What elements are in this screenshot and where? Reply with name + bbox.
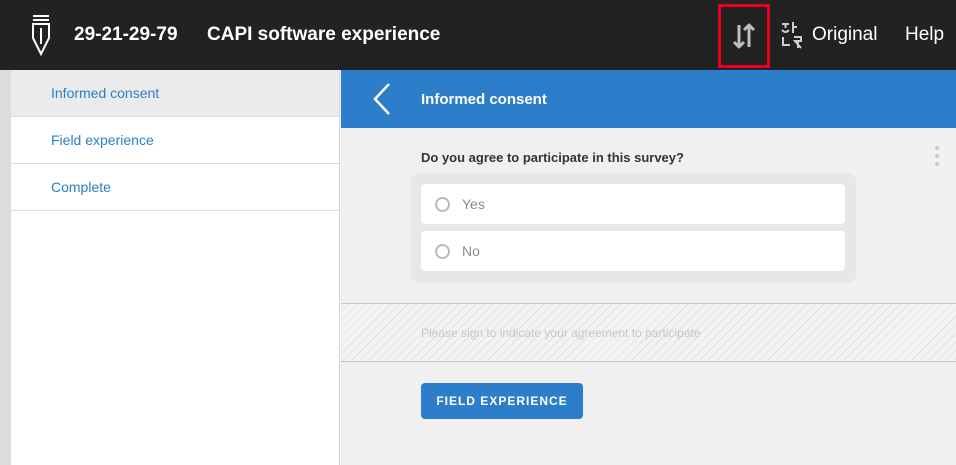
option-label: No [462, 243, 480, 259]
signature-pad[interactable]: Please sign to indicate your agreement t… [341, 303, 956, 362]
option-no[interactable]: No [421, 231, 845, 271]
signature-hint: Please sign to indicate your agreement t… [421, 326, 701, 340]
sort-arrows-icon [732, 23, 756, 49]
translate-icon[interactable] [779, 20, 805, 50]
main-content: Informed consent Do you agree to partici… [341, 70, 956, 465]
section-title: Informed consent [421, 91, 547, 108]
interview-id: 29-21-29-79 [74, 24, 178, 45]
sidebar-rail [0, 70, 11, 465]
sort-toggle-button[interactable] [718, 4, 770, 68]
pen-nib-logo-icon [32, 15, 50, 56]
more-options-icon[interactable] [933, 146, 941, 170]
help-link[interactable]: Help [905, 24, 944, 46]
radio-icon[interactable] [435, 196, 450, 212]
next-section-button[interactable]: FIELD EXPERIENCE [421, 383, 583, 419]
question-text: Do you agree to participate in this surv… [421, 150, 684, 165]
section-header: Informed consent [341, 70, 956, 128]
option-yes[interactable]: Yes [421, 184, 845, 224]
option-label: Yes [462, 196, 485, 212]
survey-title: CAPI software experience [207, 24, 441, 45]
chevron-left-icon[interactable] [369, 82, 395, 116]
answer-options: Yes No [411, 174, 856, 282]
sidebar-item-field-experience[interactable]: Field experience [11, 117, 339, 164]
sidebar-item-complete[interactable]: Complete [11, 164, 339, 211]
radio-icon[interactable] [435, 243, 450, 259]
sidebar: Informed consent Field experience Comple… [11, 70, 340, 465]
sidebar-item-informed-consent[interactable]: Informed consent [11, 70, 339, 117]
top-bar: 29-21-29-79 CAPI software experience Ori… [0, 0, 956, 70]
language-selector[interactable]: Original [812, 24, 877, 46]
